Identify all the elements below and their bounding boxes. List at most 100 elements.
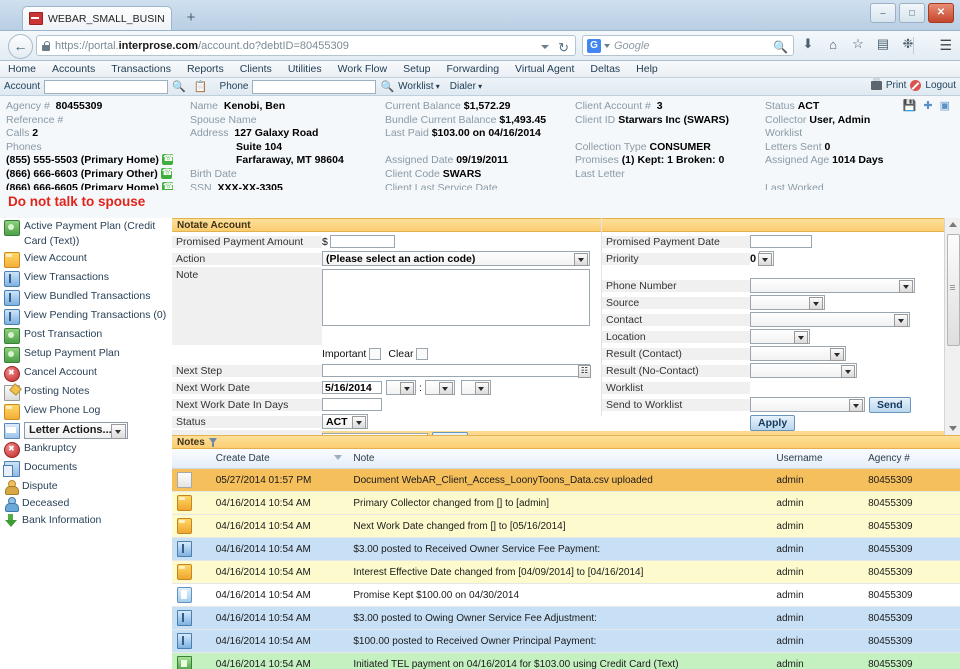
chevron-down-icon[interactable]: [541, 45, 549, 49]
table-row[interactable]: 04/16/2014 10:54 AM Promise Kept $100.00…: [172, 584, 960, 607]
back-button[interactable]: ←: [8, 34, 33, 59]
sort-descending-icon[interactable]: [334, 455, 342, 460]
dialer-dropdown[interactable]: Dialer: [450, 81, 482, 92]
filter-icon[interactable]: [209, 438, 218, 447]
chevron-down-icon[interactable]: [604, 44, 610, 48]
bookmark-star-icon[interactable]: ☆: [850, 36, 866, 52]
scrollbar-thumb[interactable]: [947, 234, 960, 346]
sidebar-item-active-payment-plan[interactable]: Active Payment Plan (Credit Card (Text)): [0, 218, 172, 250]
notes-col-agency[interactable]: Agency #: [863, 449, 960, 469]
chevron-down-icon[interactable]: [841, 365, 855, 378]
priority-select[interactable]: [759, 251, 774, 266]
search-bar[interactable]: G Google 🔍: [582, 35, 794, 56]
table-row[interactable]: 04/16/2014 10:54 AM Primary Collector ch…: [172, 492, 960, 515]
sidebar-item-posting-notes[interactable]: Posting Notes: [0, 383, 172, 402]
sidebar-item-setup-payment-plan[interactable]: Setup Payment Plan: [0, 345, 172, 364]
result-contact-select[interactable]: [750, 346, 846, 361]
next-work-days-input[interactable]: [322, 398, 382, 411]
menu-item-home[interactable]: Home: [8, 63, 36, 75]
chevron-down-icon[interactable]: [894, 314, 908, 327]
menu-hamburger-icon[interactable]: ☰: [939, 37, 952, 54]
logout-icon[interactable]: [910, 80, 921, 91]
next-work-date-input[interactable]: [322, 381, 382, 394]
menu-item-help[interactable]: Help: [636, 63, 658, 75]
sidebar-item-view-pending-transactions[interactable]: View Pending Transactions (0): [0, 307, 172, 326]
sidebar-item-view-bundled-transactions[interactable]: View Bundled Transactions: [0, 288, 172, 307]
table-row[interactable]: 05/27/2014 01:57 PM Document WebAR_Clien…: [172, 469, 960, 492]
reader-icon[interactable]: ▤: [875, 36, 891, 52]
phone-icon[interactable]: [161, 168, 172, 179]
apply-button[interactable]: Apply: [750, 415, 795, 431]
sidebar-item-letter-actions[interactable]: Letter Actions...: [0, 421, 172, 440]
next-step-input[interactable]: [322, 364, 590, 377]
sidebar-item-bank-information[interactable]: Bank Information: [0, 512, 172, 529]
send-to-worklist-select[interactable]: [750, 397, 865, 412]
chevron-down-icon[interactable]: [574, 253, 588, 266]
minimize-button[interactable]: –: [870, 3, 896, 23]
copy-icon[interactable]: 📋: [194, 80, 208, 93]
logout-button[interactable]: Logout: [925, 80, 956, 91]
sidebar-item-cancel-account[interactable]: Cancel Account: [0, 364, 172, 383]
notes-col-note[interactable]: Note: [348, 449, 771, 469]
account-search-icon[interactable]: 🔍: [172, 80, 186, 93]
phone-icon[interactable]: [162, 154, 173, 165]
menu-item-accounts[interactable]: Accounts: [52, 63, 95, 75]
letter-actions-select[interactable]: Letter Actions...: [24, 422, 128, 439]
search-icon[interactable]: 🔍: [773, 40, 788, 54]
clear-checkbox[interactable]: [416, 348, 428, 360]
phone-search-icon[interactable]: 🔍: [380, 80, 394, 93]
worklist-dropdown[interactable]: Worklist: [398, 81, 440, 92]
chevron-down-icon[interactable]: [849, 399, 863, 412]
chevron-down-icon[interactable]: [439, 382, 453, 395]
new-tab-button[interactable]: +: [182, 10, 200, 28]
chevron-down-icon[interactable]: [899, 280, 913, 293]
chevron-down-icon[interactable]: [758, 253, 772, 266]
source-select[interactable]: [750, 295, 825, 310]
sidebar-item-view-account[interactable]: View Account: [0, 250, 172, 269]
sidebar-item-view-phone-log[interactable]: View Phone Log: [0, 402, 172, 421]
close-button[interactable]: ✕: [928, 3, 954, 23]
home-icon[interactable]: ⌂: [825, 37, 841, 52]
download-icon[interactable]: ⬇: [800, 36, 816, 52]
account-quick-actions[interactable]: 💾 ✚ ▣: [903, 99, 952, 112]
table-row[interactable]: 04/16/2014 10:54 AM $3.00 posted to Rece…: [172, 538, 960, 561]
chevron-down-icon[interactable]: [830, 348, 844, 361]
reload-icon[interactable]: ↻: [558, 40, 569, 56]
next-work-hour-select[interactable]: [386, 380, 416, 395]
print-button[interactable]: Print: [886, 80, 907, 91]
menu-item-reports[interactable]: Reports: [187, 63, 224, 75]
menu-item-utilities[interactable]: Utilities: [288, 63, 322, 75]
table-row[interactable]: 04/16/2014 10:54 AM Interest Effective D…: [172, 561, 960, 584]
note-textarea[interactable]: [322, 269, 590, 326]
menu-item-setup[interactable]: Setup: [403, 63, 430, 75]
status-select[interactable]: ACT: [322, 414, 368, 429]
contact-select[interactable]: [750, 312, 910, 327]
menu-item-transactions[interactable]: Transactions: [111, 63, 171, 75]
notes-col-create-date[interactable]: Create Date: [211, 449, 349, 469]
promised-amount-input[interactable]: [330, 235, 395, 248]
printer-icon[interactable]: [871, 81, 882, 90]
search-input[interactable]: Google: [614, 40, 649, 52]
menu-item-clients[interactable]: Clients: [240, 63, 272, 75]
sidebar-item-dispute[interactable]: Dispute: [0, 478, 172, 495]
result-nocontact-select[interactable]: [750, 363, 857, 378]
next-work-minute-select[interactable]: [425, 380, 455, 395]
account-search-input[interactable]: [44, 80, 168, 94]
menu-item-forwarding[interactable]: Forwarding: [447, 63, 500, 75]
maximize-button[interactable]: □: [899, 3, 925, 23]
table-row[interactable]: 04/16/2014 10:54 AM $3.00 posted to Owin…: [172, 607, 960, 630]
sidebar-item-documents[interactable]: Documents: [0, 459, 172, 478]
phone-search-input[interactable]: [252, 80, 376, 94]
chevron-down-icon[interactable]: [809, 297, 823, 310]
sidebar-item-deceased[interactable]: Deceased: [0, 495, 172, 512]
menu-item-workflow[interactable]: Work Flow: [338, 63, 387, 75]
scroll-down-icon[interactable]: [949, 426, 957, 431]
scroll-up-icon[interactable]: [949, 222, 957, 227]
url-bar[interactable]: https://portal.interprose.com/account.do…: [36, 35, 576, 56]
chevron-down-icon[interactable]: [794, 331, 808, 344]
sidebar-item-bankruptcy[interactable]: Bankruptcy: [0, 440, 172, 459]
table-row[interactable]: 04/16/2014 10:54 AM Next Work Date chang…: [172, 515, 960, 538]
send-button[interactable]: Send: [869, 397, 911, 413]
important-checkbox[interactable]: [369, 348, 381, 360]
chevron-down-icon[interactable]: [475, 382, 489, 395]
